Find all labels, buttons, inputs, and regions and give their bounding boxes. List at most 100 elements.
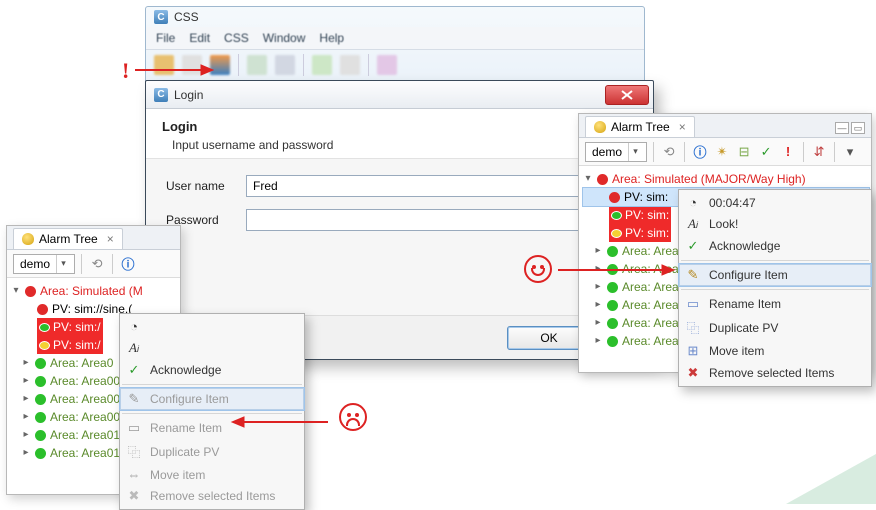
arrow-to-enabled-configure [558, 263, 676, 277]
menu-window[interactable]: Window [259, 29, 310, 47]
separator [803, 142, 804, 162]
check-icon: ✓ [126, 362, 142, 378]
main-toolbar [146, 50, 644, 80]
separator [122, 413, 302, 414]
chevron-down-icon: ▾ [56, 255, 70, 273]
ctx-look[interactable]: AiLook! [679, 213, 871, 235]
tab-label: Alarm Tree [611, 120, 670, 134]
text-icon: Ai [685, 216, 701, 232]
minimize-icon[interactable]: — [835, 122, 849, 134]
config-combo[interactable]: demo ▾ [585, 142, 647, 162]
menu-css[interactable]: CSS [220, 29, 253, 47]
sort-icon[interactable]: ⇵ [810, 143, 828, 161]
clock-icon: ◔ [685, 195, 701, 210]
decorative-triangle [786, 454, 876, 504]
app-title: CSS [174, 10, 199, 24]
panel-window-controls[interactable]: — ▭ [835, 122, 865, 137]
bell-icon [22, 233, 34, 245]
dialog-title: Login [174, 88, 203, 102]
ctx-acknowledge[interactable]: ✓Acknowledge [679, 235, 871, 257]
clock-icon: ◔ [126, 319, 142, 334]
separator [303, 54, 304, 76]
ctx-time[interactable]: ◔ [120, 316, 304, 337]
ctx-rename[interactable]: ▭Rename Item [679, 293, 871, 315]
tab-alarm-tree[interactable]: Alarm Tree × [13, 228, 123, 249]
close-button[interactable] [605, 85, 649, 105]
menu-file[interactable]: File [152, 29, 179, 47]
menu-icon[interactable]: ▾ [841, 143, 859, 161]
ctx-acknowledge[interactable]: ✓Acknowledge [120, 359, 304, 381]
toolbar-icon[interactable] [377, 55, 397, 75]
rename-icon: ▭ [685, 296, 701, 312]
ctx-move: ⇔Move item [120, 464, 304, 485]
toolbar-icon[interactable] [312, 55, 332, 75]
tree-icon[interactable]: ⊟ [735, 143, 753, 161]
app-icon: C [154, 88, 168, 102]
menu-help[interactable]: Help [315, 29, 348, 47]
ctx-configure-item: ✎Configure Item [120, 388, 304, 410]
separator [238, 54, 239, 76]
separator [684, 142, 685, 162]
toolbar-icon[interactable] [340, 55, 360, 75]
ctx-duplicate: ⿻Duplicate PV [120, 439, 304, 464]
duplicate-icon: ⿻ [126, 442, 142, 461]
username-input[interactable] [246, 175, 633, 197]
toolbar-icon[interactable] [275, 55, 295, 75]
login-heading: Login [162, 119, 637, 134]
tree-node[interactable]: ▾Area: Simulated (M [11, 282, 178, 300]
alert-icon[interactable]: ! [779, 143, 797, 161]
tab-alarm-tree[interactable]: Alarm Tree × [585, 116, 695, 137]
duplicate-icon: ⿻ [685, 318, 701, 337]
context-menu-left: ◔ Ai ✓Acknowledge ✎Configure Item ▭Renam… [119, 313, 305, 510]
link-icon[interactable]: ⟲ [660, 143, 678, 161]
exclamation-annotation: ! [122, 58, 129, 84]
info-icon[interactable]: ⓘ [119, 255, 137, 273]
close-tab-icon[interactable]: × [107, 232, 114, 246]
arrow-to-login-icon [135, 63, 215, 77]
separator [681, 260, 869, 261]
info-icon[interactable]: ⓘ [691, 143, 709, 161]
close-icon [621, 90, 633, 100]
password-input[interactable] [246, 209, 633, 231]
menu-edit[interactable]: Edit [185, 29, 214, 47]
app-icon: C [154, 10, 168, 24]
move-icon: ⇔ [126, 467, 142, 482]
menu-bar[interactable]: File Edit CSS Window Help [146, 27, 644, 50]
separator [368, 54, 369, 76]
maximize-icon[interactable]: ▭ [851, 122, 865, 134]
combo-value: demo [592, 145, 622, 159]
link-icon[interactable]: ⟲ [88, 255, 106, 273]
username-label: User name [166, 179, 246, 193]
ctx-duplicate[interactable]: ⿻Duplicate PV [679, 315, 871, 340]
remove-icon: ✖ [126, 488, 142, 504]
separator [81, 254, 82, 274]
bell-icon [594, 121, 606, 133]
check-icon: ✓ [685, 238, 701, 254]
sad-face-annotation [339, 403, 367, 431]
login-subheading: Input username and password [162, 138, 637, 152]
move-icon: ⊞ [685, 343, 701, 359]
separator [112, 254, 113, 274]
gear-icon: ✎ [685, 267, 701, 283]
chevron-down-icon: ▾ [628, 143, 642, 161]
ctx-remove[interactable]: ✖Remove selected Items [679, 362, 871, 384]
combo-value: demo [20, 257, 50, 271]
check-icon[interactable]: ✓ [757, 143, 775, 161]
happy-face-annotation [524, 255, 552, 283]
tab-label: Alarm Tree [39, 232, 98, 246]
ctx-look[interactable]: Ai [120, 337, 304, 359]
ctx-move[interactable]: ⊞Move item [679, 340, 871, 362]
config-combo[interactable]: demo ▾ [13, 254, 75, 274]
close-tab-icon[interactable]: × [679, 120, 686, 134]
gear-icon[interactable]: ✴ [713, 143, 731, 161]
text-icon: Ai [126, 340, 142, 356]
separator [681, 289, 869, 290]
ctx-time[interactable]: ◔00:04:47 [679, 192, 871, 213]
ctx-configure-item[interactable]: ✎Configure Item [679, 264, 871, 286]
toolbar-icon[interactable] [247, 55, 267, 75]
rename-icon: ▭ [126, 420, 142, 436]
tree-node[interactable]: ▾Area: Simulated (MAJOR/Way High) [583, 170, 869, 188]
separator [653, 142, 654, 162]
login-titlebar[interactable]: C Login [146, 81, 653, 109]
arrow-to-disabled-configure [230, 415, 330, 429]
